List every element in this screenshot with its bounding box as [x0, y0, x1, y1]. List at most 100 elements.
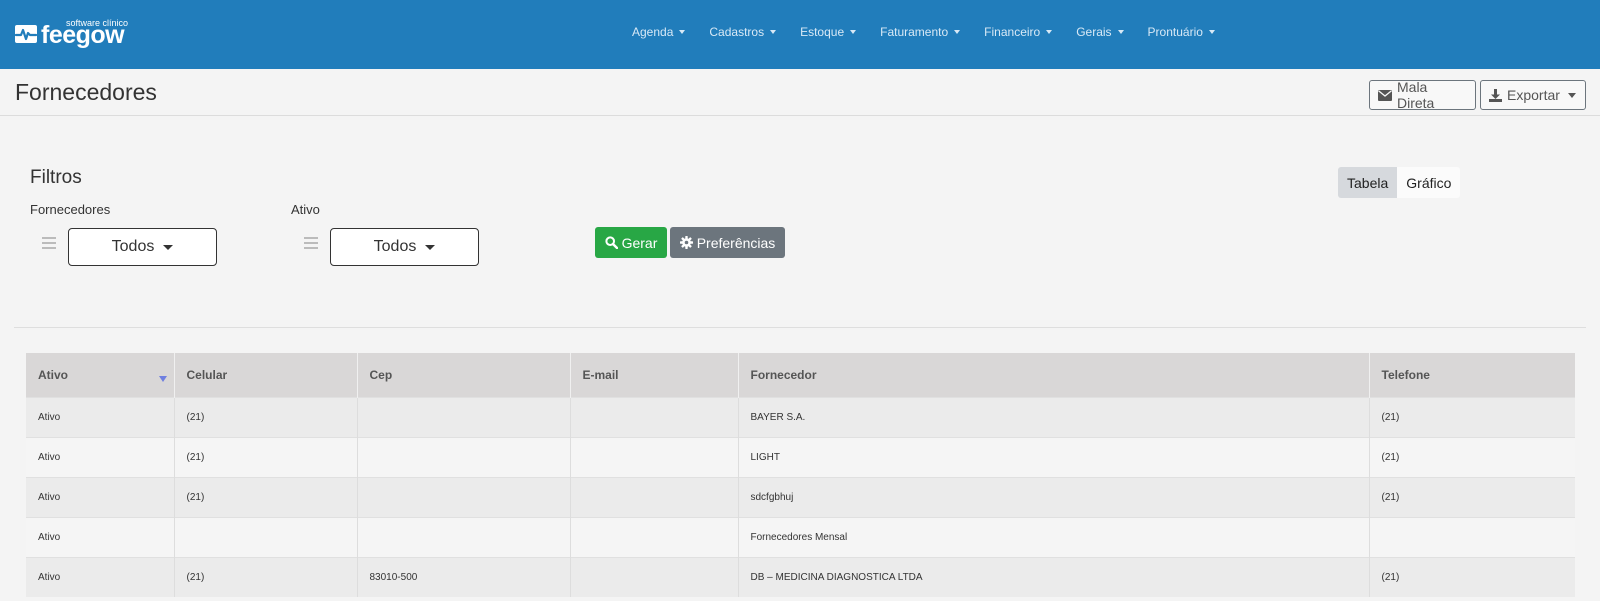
gerar-button[interactable]: Gerar — [595, 227, 667, 258]
caret-down-icon — [770, 30, 777, 34]
cell-email — [570, 556, 739, 597]
column-header-email[interactable]: E-mail — [570, 353, 739, 397]
caret-down-icon — [954, 30, 961, 34]
cell-ativo: Ativo — [26, 396, 175, 437]
grafico-toggle-button[interactable]: Gráfico — [1397, 167, 1461, 198]
cell-celular: (21) — [174, 476, 358, 517]
cell-telefone: (21) — [1369, 556, 1575, 597]
nav-gerais[interactable]: Gerais — [1076, 25, 1124, 39]
page-header: Fornecedores Mala Direta Exportar — [0, 69, 1600, 116]
caret-down-icon — [425, 244, 436, 250]
cell-telefone — [1369, 516, 1575, 557]
cell-fornecedor: LIGHT — [738, 436, 1370, 477]
envelope-icon — [1378, 89, 1392, 101]
caret-down-icon — [163, 244, 174, 250]
preferencias-label: Preferências — [696, 234, 776, 251]
drag-handle-icon[interactable] — [304, 237, 318, 249]
cell-celular: (21) — [174, 556, 358, 597]
fornecedores-table: Ativo Celular Cep E-mail Fornecedor Tele… — [26, 353, 1575, 597]
table-row[interactable]: Ativo (21) BAYER S.A. (21) — [26, 396, 1575, 437]
view-toggle: Tabela Gráfico — [1338, 167, 1461, 198]
nav-cadastros[interactable]: Cadastros — [709, 25, 777, 39]
mala-direta-label: Mala Direta — [1397, 79, 1435, 111]
caret-down-icon — [1046, 30, 1053, 34]
nav-prontuario[interactable]: Prontuário — [1148, 25, 1215, 39]
cell-email — [570, 436, 739, 477]
preferencias-button[interactable]: Preferências — [670, 227, 785, 258]
caret-down-icon — [1208, 30, 1215, 34]
column-header-label: Ativo — [38, 367, 68, 382]
ativo-select-value: Todos — [373, 238, 417, 255]
cell-cep — [357, 396, 571, 437]
column-header-label: Celular — [186, 367, 228, 382]
filters-title: Filtros — [30, 167, 82, 188]
nav-faturamento[interactable]: Faturamento — [880, 25, 961, 39]
cell-ativo: Ativo — [26, 476, 175, 517]
cell-cep — [357, 436, 571, 477]
nav-estoque-label: Estoque — [800, 25, 845, 39]
cell-cep: 83010-500 — [357, 556, 571, 597]
cell-ativo: Ativo — [26, 436, 175, 477]
column-header-celular[interactable]: Celular — [174, 353, 358, 397]
cell-cep — [357, 516, 571, 557]
caret-down-icon — [1567, 92, 1576, 98]
column-header-label: Fornecedor — [750, 367, 817, 382]
nav-cadastros-label: Cadastros — [709, 25, 765, 39]
gerar-label: Gerar — [621, 234, 658, 251]
mala-direta-button[interactable]: Mala Direta — [1369, 79, 1476, 111]
top-navbar: software clínico feegow Agenda Cadastros… — [0, 0, 1600, 69]
column-header-label: Telefone — [1381, 367, 1430, 382]
tabela-toggle-button[interactable]: Tabela — [1338, 167, 1398, 198]
cell-fornecedor: Fornecedores Mensal — [738, 516, 1370, 557]
download-icon — [1489, 88, 1502, 102]
caret-down-icon — [1117, 30, 1124, 34]
table-row[interactable]: Ativo Fornecedores Mensal — [26, 516, 1575, 557]
main-menu: Agenda Cadastros Estoque Faturamento Fin… — [632, 25, 1239, 39]
column-header-cep[interactable]: Cep — [357, 353, 571, 397]
ativo-select[interactable]: Todos — [330, 228, 479, 266]
nav-estoque[interactable]: Estoque — [800, 25, 857, 39]
cell-fornecedor: BAYER S.A. — [738, 396, 1370, 437]
nav-financeiro[interactable]: Financeiro — [984, 25, 1053, 39]
cell-celular: (21) — [174, 396, 358, 437]
gear-icon — [679, 236, 693, 249]
cell-fornecedor: sdcfgbhuj — [738, 476, 1370, 517]
column-header-ativo[interactable]: Ativo — [26, 353, 175, 397]
search-icon — [604, 236, 618, 249]
cell-telefone: (21) — [1369, 396, 1575, 437]
cell-celular: (21) — [174, 436, 358, 477]
nav-agenda[interactable]: Agenda — [632, 25, 686, 39]
cell-email — [570, 396, 739, 437]
column-header-label: Cep — [369, 367, 393, 382]
cell-fornecedor: DB – MEDICINA DIAGNOSTICA LTDA — [738, 556, 1370, 597]
cell-cep — [357, 476, 571, 517]
drag-handle-icon[interactable] — [42, 237, 56, 249]
ativo-filter-label: Ativo — [291, 202, 320, 217]
column-header-fornecedor[interactable]: Fornecedor — [738, 353, 1370, 397]
table-row[interactable]: Ativo (21) LIGHT (21) — [26, 436, 1575, 477]
nav-gerais-label: Gerais — [1076, 25, 1112, 39]
feegow-logo[interactable]: software clínico feegow — [15, 18, 128, 52]
caret-down-icon — [850, 30, 857, 34]
caret-down-icon — [679, 30, 686, 34]
table-header-row: Ativo Celular Cep E-mail Fornecedor Tele… — [26, 353, 1575, 397]
cell-ativo: Ativo — [26, 556, 175, 597]
table-row[interactable]: Ativo (21) 83010-500 DB – MEDICINA DIAGN… — [26, 556, 1575, 597]
nav-financeiro-label: Financeiro — [984, 25, 1041, 39]
nav-prontuario-label: Prontuário — [1147, 25, 1203, 39]
pulse-logo-icon — [15, 25, 37, 43]
sort-desc-icon[interactable] — [158, 376, 167, 382]
nav-faturamento-label: Faturamento — [880, 25, 949, 39]
exportar-button[interactable]: Exportar — [1480, 80, 1586, 110]
fornecedores-select[interactable]: Todos — [68, 228, 217, 266]
logo-wordmark: feegow — [41, 21, 125, 49]
column-header-telefone[interactable]: Telefone — [1369, 353, 1575, 397]
cell-telefone: (21) — [1369, 436, 1575, 477]
cell-celular — [174, 516, 358, 557]
column-header-label: E-mail — [582, 367, 619, 382]
fornecedores-select-value: Todos — [111, 238, 155, 255]
table-row[interactable]: Ativo (21) sdcfgbhuj (21) — [26, 476, 1575, 517]
exportar-label: Exportar — [1507, 87, 1560, 103]
section-divider — [14, 327, 1586, 328]
fornecedores-filter-label: Fornecedores — [30, 202, 111, 217]
